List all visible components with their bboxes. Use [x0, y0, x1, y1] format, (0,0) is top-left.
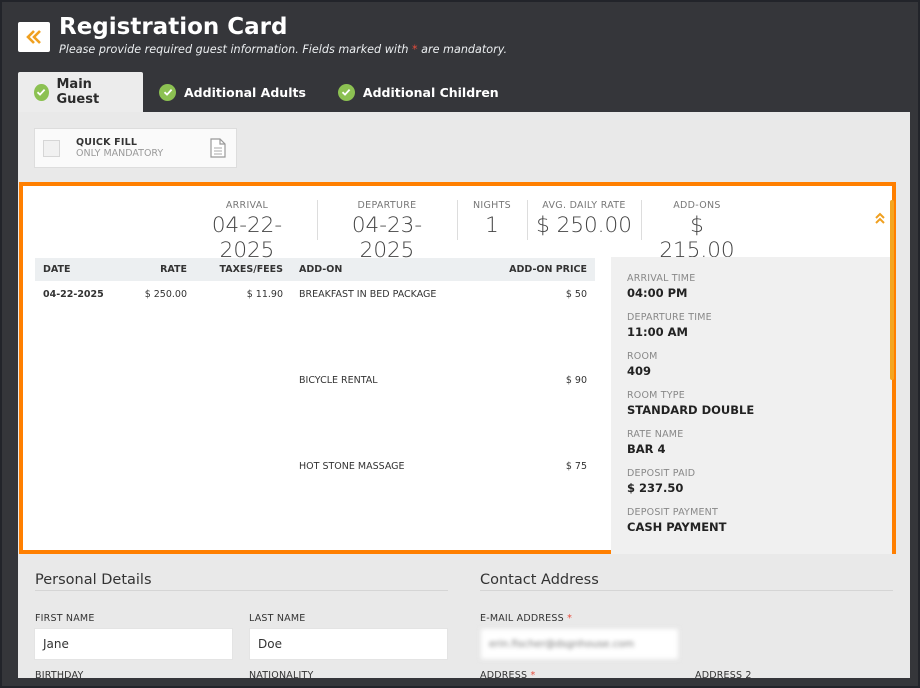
check-circle-icon: [34, 83, 49, 101]
addons-stat: ADD-ONS $ 215.00: [651, 200, 743, 263]
rate-table: DATE RATE TAXES/FEES ADD-ON ADD-ON PRICE…: [35, 258, 595, 479]
back-button[interactable]: [18, 22, 50, 52]
stay-info-sidebar: ARRIVAL TIME 04:00 PM DEPARTURE TIME 11:…: [611, 257, 892, 554]
birthday-label: BIRTHDAY: [35, 670, 84, 681]
addons-total: $ 215.00: [659, 213, 735, 263]
departure-stat: DEPARTURE 04-23-2025: [331, 200, 443, 263]
required-star: *: [567, 613, 573, 624]
quick-fill-toggle[interactable]: QUICK FILL ONLY MANDATORY: [34, 128, 237, 168]
registration-card-window: Registration Card Please provide require…: [0, 0, 920, 688]
tab-label: Additional Adults: [184, 84, 306, 100]
contact-address-heading: Contact Address: [480, 572, 599, 588]
divider: [457, 200, 458, 240]
tab-label: Additional Children: [362, 84, 499, 100]
arrival-stat: ARRIVAL 04-22-2025: [191, 200, 303, 263]
last-name-label: LAST NAME: [249, 613, 306, 624]
tab-main-guest[interactable]: Main Guest: [18, 72, 143, 112]
check-circle-icon: [159, 83, 176, 101]
table-header-row: DATE RATE TAXES/FEES ADD-ON ADD-ON PRICE: [35, 258, 595, 281]
main-guest-panel: QUICK FILL ONLY MANDATORY ARRIVAL 04-22-…: [18, 112, 910, 681]
scrollbar-thumb[interactable]: [890, 200, 894, 380]
table-row: HOT STONE MASSAGE $ 75: [299, 460, 587, 472]
divider: [641, 200, 642, 240]
address-2-label: ADDRESS 2: [695, 670, 752, 681]
divider: [527, 200, 528, 240]
collapse-chevron-up-icon[interactable]: [874, 212, 886, 224]
room-type: STANDARD DOUBLE: [627, 403, 755, 417]
quick-fill-subtitle: ONLY MANDATORY: [76, 148, 164, 159]
email-label: E-MAIL ADDRESS *: [480, 613, 573, 624]
quick-fill-title: QUICK FILL: [76, 137, 138, 148]
tab-label: Main Guest: [56, 77, 100, 107]
table-row: BICYCLE RENTAL $ 90: [299, 374, 587, 386]
address-label: ADDRESS *: [480, 670, 536, 681]
tab-additional-children[interactable]: Additional Children: [322, 72, 515, 112]
arrival-time: 04:00 PM: [627, 286, 688, 300]
email-input[interactable]: erin.fischer@dsgnhouse.com: [480, 628, 679, 660]
table-row: 04-22-2025 $ 250.00 $ 11.90 BREAKFAST IN…: [43, 288, 587, 300]
divider: [35, 590, 448, 591]
first-name-input[interactable]: Jane: [34, 628, 233, 660]
deposit-payment: CASH PAYMENT: [627, 520, 727, 534]
departure-date: 04-23-2025: [351, 213, 423, 263]
tab-additional-adults[interactable]: Additional Adults: [143, 72, 322, 112]
arrival-date: 04-22-2025: [211, 213, 283, 263]
document-icon: [210, 138, 226, 158]
last-name-input[interactable]: Doe: [249, 628, 448, 660]
double-chevron-left-icon: [26, 30, 41, 44]
nights-stat: NIGHTS 1: [467, 200, 517, 238]
divider: [480, 590, 893, 591]
room-number: 409: [627, 364, 652, 378]
stay-summary-card: ARRIVAL 04-22-2025 DEPARTURE 04-23-2025 …: [19, 182, 896, 554]
avg-rate-value: $ 250.00: [536, 213, 632, 238]
guest-tabs: Main Guest Additional Adults Additional …: [18, 72, 515, 112]
rate-name: BAR 4: [627, 442, 666, 456]
stay-stats: ARRIVAL 04-22-2025 DEPARTURE 04-23-2025 …: [23, 186, 892, 263]
check-circle-icon: [337, 83, 355, 101]
nationality-label: NATIONALITY: [249, 670, 314, 681]
divider: [317, 200, 318, 240]
departure-time: 11:00 AM: [627, 325, 688, 339]
avg-rate-stat: AVG. DAILY RATE $ 250.00: [536, 200, 632, 238]
first-name-label: FIRST NAME: [35, 613, 95, 624]
quick-fill-checkbox[interactable]: [43, 139, 60, 157]
nights-count: 1: [485, 213, 499, 238]
deposit-paid: $ 237.50: [627, 481, 684, 495]
page-title: Registration Card: [59, 14, 288, 40]
page-subtitle: Please provide required guest informatio…: [59, 43, 507, 56]
personal-details-heading: Personal Details: [35, 572, 152, 588]
